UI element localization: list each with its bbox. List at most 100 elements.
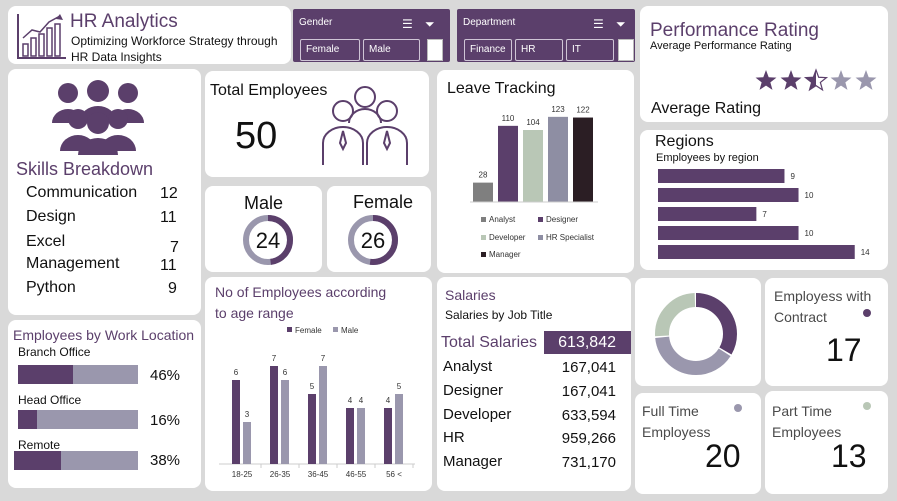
leave-bar bbox=[523, 130, 543, 202]
total-employees-label: Total Employees bbox=[210, 82, 328, 99]
total-salaries-label: Total Salaries bbox=[441, 334, 538, 351]
gender-slicer[interactable]: Gender ☰ ⏷ Female Male bbox=[293, 9, 450, 62]
location-bar-fill bbox=[18, 410, 38, 429]
age-bar bbox=[232, 380, 240, 464]
age-bar bbox=[319, 366, 327, 464]
location-bar-track bbox=[18, 365, 138, 384]
salary-job: Manager bbox=[443, 453, 503, 470]
location-name: Head Office bbox=[18, 393, 82, 407]
full-time-card: Full Time Employess 20 bbox=[635, 393, 761, 494]
age-bar bbox=[270, 366, 278, 464]
leave-bar-chart: 28 110 104 123 122 Analyst Designer Developer HR… bbox=[470, 105, 598, 259]
contract-label-line1: Employess with bbox=[774, 288, 872, 304]
full-time-value: 20 bbox=[705, 438, 741, 474]
star-icon bbox=[830, 70, 852, 90]
work-location-title: Employees by Work Location bbox=[13, 327, 195, 343]
total-salaries-text: 613,842 bbox=[558, 334, 616, 351]
skill-name: Management bbox=[26, 255, 120, 272]
header-card: HR Analytics Optimizing Workforce Strate… bbox=[8, 6, 291, 64]
department-slicer[interactable]: Department ☰ ⏷ Finance HR IT bbox=[457, 9, 635, 62]
age-bar bbox=[346, 408, 354, 464]
age-data-label: 4 bbox=[348, 396, 353, 405]
slicer-scrollbar[interactable] bbox=[618, 39, 634, 61]
team-icon bbox=[322, 86, 408, 165]
age-data-label: 6 bbox=[283, 368, 288, 377]
regions-bar-chart: 9 10 7 10 14 bbox=[658, 169, 870, 259]
location-pct: 38% bbox=[150, 452, 181, 469]
female-card: Female 26 bbox=[327, 186, 431, 272]
legend-dot bbox=[863, 309, 871, 317]
salaries-title: Salaries bbox=[445, 287, 496, 303]
performance-card: Performance Rating Average Performance R… bbox=[640, 6, 888, 122]
leave-legend-swatch bbox=[481, 235, 486, 240]
gender-option-male[interactable]: Male bbox=[363, 39, 420, 61]
gender-slicer-title: Gender bbox=[299, 17, 333, 28]
gender-option-female[interactable]: Female bbox=[300, 39, 360, 61]
skill-name: Design bbox=[26, 208, 76, 225]
multi-select-icon[interactable]: ☰ bbox=[402, 17, 413, 31]
regions-card: Regions Employees by region 9 10 7 10 14 bbox=[640, 130, 888, 270]
skill-name: Excel bbox=[26, 233, 66, 250]
salary-job: Developer bbox=[443, 406, 512, 423]
female-label: Female bbox=[352, 192, 414, 212]
skills-title: Skills Breakdown bbox=[16, 159, 154, 179]
age-data-label: 3 bbox=[245, 410, 250, 419]
location-bar-track bbox=[14, 451, 138, 470]
leave-legend-swatch bbox=[481, 217, 486, 222]
region-data-label: 14 bbox=[861, 248, 870, 257]
location-bar-track bbox=[18, 410, 138, 429]
part-time-label-line1: Part Time bbox=[772, 403, 832, 419]
age-data-label: 5 bbox=[310, 382, 315, 391]
leave-legend-swatch bbox=[538, 217, 543, 222]
slicer-scrollbar[interactable] bbox=[427, 39, 443, 61]
leave-legend-label: Manager bbox=[489, 250, 521, 259]
salary-value: 633,594 bbox=[561, 407, 616, 424]
skill-count: 11 bbox=[160, 209, 177, 226]
leave-legend-label: Designer bbox=[546, 215, 578, 224]
region-bar bbox=[658, 245, 855, 259]
department-option-finance[interactable]: Finance bbox=[464, 39, 512, 61]
salaries-subtitle: Salaries by Job Title bbox=[445, 308, 553, 322]
leave-legend-label: HR Specialist bbox=[546, 233, 595, 242]
skill-count: 9 bbox=[168, 280, 177, 297]
female-value: 26 bbox=[360, 228, 386, 253]
leave-data-label: 122 bbox=[576, 106, 590, 115]
location-name: Branch Office bbox=[18, 345, 91, 359]
salary-job: Designer bbox=[443, 382, 504, 399]
performance-title: Performance Rating bbox=[650, 20, 819, 41]
age-data-label: 7 bbox=[321, 354, 326, 363]
clear-filter-icon[interactable]: ⏷ bbox=[616, 17, 626, 32]
department-option-it[interactable]: IT bbox=[566, 39, 614, 61]
age-legend-swatch bbox=[287, 327, 292, 332]
age-bar bbox=[243, 422, 251, 464]
clear-filter-icon[interactable]: ⏷ bbox=[425, 17, 435, 32]
star-icon bbox=[755, 70, 777, 90]
salary-job: Analyst bbox=[443, 358, 493, 375]
region-data-label: 10 bbox=[805, 229, 814, 238]
salary-value: 959,266 bbox=[561, 430, 616, 447]
age-bar bbox=[395, 394, 403, 464]
app-title: HR Analytics bbox=[70, 11, 178, 32]
department-option-hr[interactable]: HR bbox=[515, 39, 563, 61]
age-data-label: 4 bbox=[386, 396, 391, 405]
age-bar bbox=[281, 380, 289, 464]
leave-data-label: 104 bbox=[526, 118, 540, 127]
location-bar-fill bbox=[18, 365, 74, 384]
age-legend-swatch bbox=[333, 327, 338, 332]
leave-tracking-card: Leave Tracking 28 110 104 123 122 Analyst Desi… bbox=[437, 70, 634, 273]
star-icon bbox=[803, 68, 829, 92]
skill-count: 12 bbox=[160, 185, 178, 202]
age-data-label: 5 bbox=[397, 382, 402, 391]
age-data-label: 6 bbox=[234, 368, 239, 377]
male-card: Male 24 bbox=[205, 186, 322, 272]
contract-value: 17 bbox=[826, 332, 862, 368]
multi-select-icon[interactable]: ☰ bbox=[593, 17, 604, 31]
salary-value: 731,170 bbox=[561, 454, 616, 471]
department-slicer-title: Department bbox=[463, 17, 516, 28]
region-bar bbox=[658, 226, 799, 240]
contract-donut-card bbox=[635, 278, 761, 386]
age-bar bbox=[308, 394, 316, 464]
age-tick-label: 18-25 bbox=[232, 470, 253, 479]
star-icon bbox=[780, 70, 802, 90]
age-bar bbox=[384, 408, 392, 464]
